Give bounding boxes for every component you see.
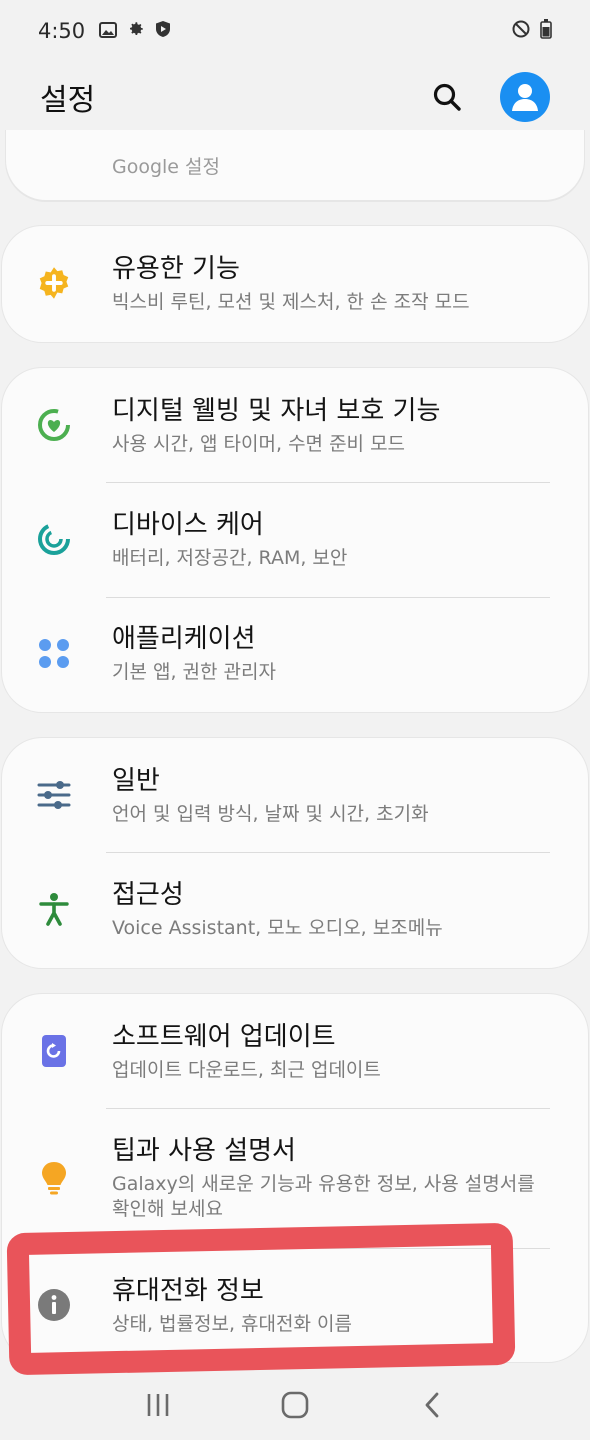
- item-label: 디바이스 케어: [112, 509, 264, 540]
- settings-group-support: 소프트웨어 업데이트 업데이트 다운로드, 최근 업데이트 팁과 사용 설명서 …: [2, 994, 588, 1362]
- settings-group-wellbeing: 디지털 웰빙 및 자녀 보호 기능 사용 시간, 앱 타이머, 수면 준비 모드…: [2, 368, 588, 712]
- settings-item-general-management[interactable]: 일반 언어 및 입력 방식, 날짜 및 시간, 초기화: [2, 738, 588, 852]
- navigation-bar: [0, 1370, 590, 1440]
- do-not-disturb-icon: [512, 19, 530, 43]
- accessibility-icon: [34, 889, 74, 929]
- gear-icon: [127, 19, 145, 43]
- settings-item-software-update[interactable]: 소프트웨어 업데이트 업데이트 다운로드, 최근 업데이트: [2, 994, 588, 1108]
- item-label: 팁과 사용 설명서: [112, 1136, 296, 1166]
- software-update-icon: [34, 1031, 74, 1071]
- settings-item-about-phone[interactable]: 휴대전화 정보 상태, 법률정보, 휴대전화 이름: [2, 1248, 588, 1362]
- settings-group-advanced: 유용한 기능 빅스비 루틴, 모션 및 제스처, 한 손 조작 모드: [2, 226, 588, 342]
- status-time: 4:50: [38, 19, 86, 43]
- info-icon: [34, 1285, 74, 1325]
- search-icon: [433, 83, 461, 111]
- shield-icon: [155, 19, 171, 43]
- settings-item-apps[interactable]: 애플리케이션 기본 앱, 권한 관리자: [2, 596, 588, 710]
- settings-item-tips[interactable]: 팁과 사용 설명서 Galaxy의 새로운 기능과 유용한 정보, 사용 설명서…: [2, 1108, 588, 1248]
- settings-item-digital-wellbeing[interactable]: 디지털 웰빙 및 자녀 보호 기능 사용 시간, 앱 타이머, 수면 준비 모드: [2, 368, 588, 482]
- item-sub: 사용 시간, 앱 타이머, 수면 준비 모드: [112, 432, 406, 455]
- general-management-icon: [34, 775, 74, 815]
- item-sub: 상태, 법률정보, 휴대전화 이름: [112, 1312, 352, 1335]
- recents-button[interactable]: [136, 1383, 180, 1427]
- battery-icon: [540, 18, 552, 44]
- page-title: 설정: [40, 83, 96, 118]
- home-icon: [281, 1391, 309, 1419]
- item-label: 디지털 웰빙 및 자녀 보호 기능: [112, 395, 441, 426]
- item-label: 유용한 기능: [112, 253, 240, 284]
- item-sub: 배터리, 저장공간, RAM, 보안: [112, 546, 348, 569]
- item-label: 애플리케이션: [112, 623, 256, 654]
- person-icon: [512, 84, 538, 111]
- lightbulb-icon: [34, 1158, 74, 1198]
- settings-item-accessibility[interactable]: 접근성 Voice Assistant, 모노 오디오, 보조메뉴: [2, 852, 588, 966]
- account-avatar-button[interactable]: [500, 72, 550, 122]
- partial-settings-item[interactable]: Google 설정: [6, 130, 584, 200]
- image-icon: [99, 19, 118, 43]
- app-header: 설정: [0, 62, 590, 132]
- item-sub: 언어 및 입력 방식, 날짜 및 시간, 초기화: [112, 802, 429, 825]
- digital-wellbeing-icon: [34, 405, 74, 445]
- item-label: 일반: [112, 765, 160, 796]
- status-icons-left: [99, 19, 171, 43]
- item-sub: 기본 앱, 권한 관리자: [112, 660, 276, 683]
- item-sub: 업데이트 다운로드, 최근 업데이트: [112, 1058, 381, 1081]
- recents-icon: [148, 1394, 169, 1416]
- back-icon: [425, 1392, 439, 1418]
- header-actions: [430, 72, 550, 122]
- settings-item-advanced-features[interactable]: 유용한 기능 빅스비 루틴, 모션 및 제스처, 한 손 조작 모드: [2, 226, 588, 340]
- back-button[interactable]: [410, 1383, 454, 1427]
- search-button[interactable]: [430, 80, 464, 114]
- item-sub: Voice Assistant, 모노 오디오, 보조메뉴: [112, 916, 443, 939]
- item-label: 접근성: [112, 879, 184, 910]
- settings-group-general: 일반 언어 및 입력 방식, 날짜 및 시간, 초기화 접근성 Voice As…: [2, 738, 588, 968]
- home-button[interactable]: [273, 1383, 317, 1427]
- device-care-icon: [34, 519, 74, 559]
- item-sub: 빅스비 루틴, 모션 및 제스처, 한 손 조작 모드: [112, 290, 470, 313]
- status-bar: 4:50: [0, 0, 590, 62]
- item-label: 소프트웨어 업데이트: [112, 1021, 336, 1052]
- item-label: 휴대전화 정보: [112, 1275, 264, 1306]
- partial-item-sub: Google 설정: [112, 156, 221, 178]
- apps-icon: [34, 633, 74, 673]
- settings-item-device-care[interactable]: 디바이스 케어 배터리, 저장공간, RAM, 보안: [2, 482, 588, 596]
- advanced-features-icon: [34, 263, 74, 303]
- item-sub: Galaxy의 새로운 기능과 유용한 정보, 사용 설명서를 확인해 보세요: [112, 1173, 535, 1220]
- status-icons-right: [512, 18, 552, 44]
